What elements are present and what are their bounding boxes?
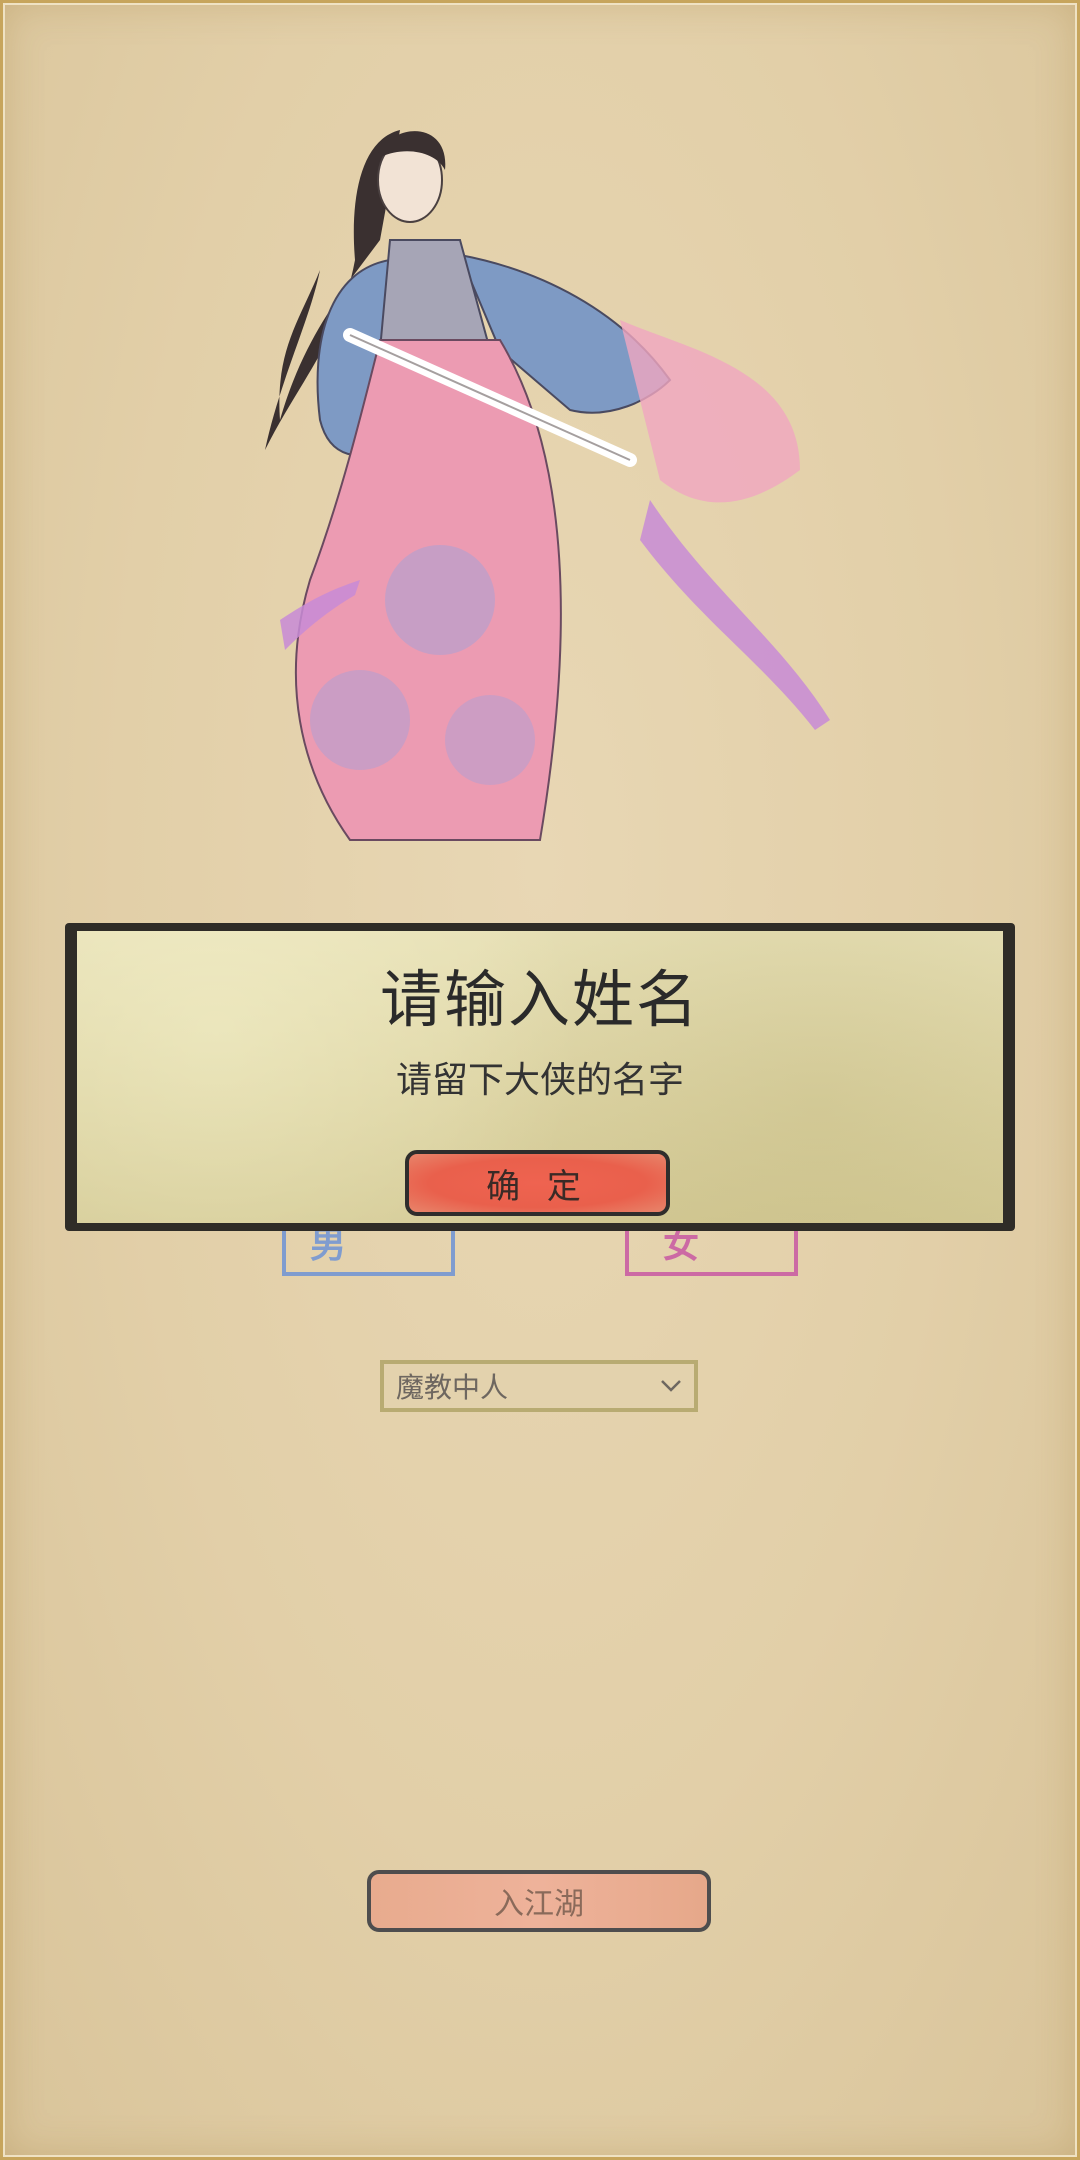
dialog-title: 请输入姓名 — [379, 963, 700, 1036]
enter-jianghu-label: 入江湖 — [494, 1887, 584, 1922]
confirm-label: 确 定 — [486, 1166, 589, 1207]
dialog-message: 请留下大侠的名字 — [395, 1060, 684, 1101]
faction-select[interactable]: 魔教中人 — [380, 1360, 698, 1412]
gender-female-button[interactable]: 女 — [625, 1224, 798, 1276]
chevron-down-icon — [661, 1380, 681, 1392]
enter-jianghu-button[interactable]: 入江湖 — [367, 1870, 711, 1932]
character-illustration — [265, 130, 830, 841]
gender-male-button[interactable]: 男 — [282, 1224, 455, 1276]
faction-selected-value: 魔教中人 — [396, 1371, 509, 1404]
confirm-button[interactable]: 确 定 — [405, 1150, 670, 1216]
